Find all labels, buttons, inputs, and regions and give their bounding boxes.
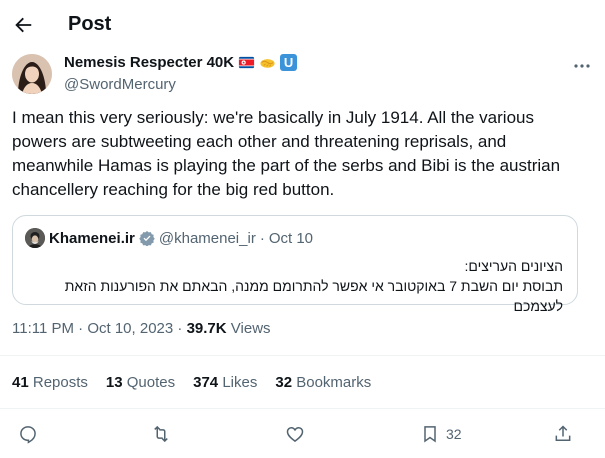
- engagement-stats: 41 Reposts 13 Quotes 374 Likes 32 Bookma…: [12, 374, 389, 391]
- share-icon: [555, 425, 571, 441]
- post-header: Post: [0, 0, 605, 50]
- post-timestamp: 11:11 PM · Oct 10, 2023 · 39.7K Views: [12, 320, 271, 337]
- post-time[interactable]: 11:11 PM: [12, 320, 74, 337]
- quoted-author-name: Khamenei.ir: [49, 229, 135, 247]
- separator-dot: ·: [78, 320, 84, 337]
- action-bar: 32: [0, 418, 605, 452]
- handshake-emoji-icon: [260, 59, 275, 68]
- page-title: Post: [68, 13, 112, 35]
- reply-icon: [20, 426, 36, 444]
- separator-dot: ·: [177, 320, 183, 337]
- likes-stat[interactable]: 374 Likes: [193, 374, 257, 391]
- author-name[interactable]: Nemesis Respecter 40K: [64, 54, 234, 71]
- separator-dot: ·: [259, 229, 265, 247]
- heart-icon: [286, 426, 304, 443]
- post-author: Nemesis Respecter 40K U @SwordMercury: [12, 52, 592, 98]
- reply-button[interactable]: [18, 424, 38, 444]
- share-button[interactable]: [553, 424, 573, 444]
- quoted-post-header: Khamenei.ir @khamenei_ir · Oct 10: [25, 228, 313, 248]
- more-horizontal-icon[interactable]: [572, 58, 592, 74]
- quoted-author-handle: @khamenei_ir: [158, 229, 256, 247]
- divider: [0, 408, 605, 409]
- arrow-left-icon[interactable]: [12, 14, 34, 36]
- verified-gray-badge-icon: [139, 231, 155, 246]
- bookmark-count: 32: [446, 426, 462, 442]
- bookmark-icon: [424, 426, 436, 443]
- bookmarks-stat[interactable]: 32 Bookmarks: [275, 374, 371, 391]
- quoted-avatar: [25, 228, 45, 248]
- divider: [0, 355, 605, 356]
- reposts-stat[interactable]: 41 Reposts: [12, 374, 88, 391]
- author-name-row: Nemesis Respecter 40K U: [64, 54, 298, 71]
- quotes-stat[interactable]: 13 Quotes: [106, 374, 175, 391]
- repost-button[interactable]: [151, 424, 171, 444]
- u-letter-badge-icon: U: [280, 54, 298, 71]
- author-handle[interactable]: @SwordMercury: [64, 76, 176, 93]
- repost-icon: [154, 425, 168, 443]
- views-label: Views: [230, 320, 271, 337]
- post-text: I mean this very seriously: we're basica…: [12, 108, 561, 199]
- quoted-post-date: Oct 10: [268, 229, 313, 247]
- like-button[interactable]: [285, 424, 305, 444]
- quoted-line-2: תבוסת יום השבת 7 באוקטובר אי אפשר להתרומ…: [64, 278, 563, 314]
- quoted-post[interactable]: Khamenei.ir @khamenei_ir · Oct 10 הציוני…: [12, 215, 578, 314]
- quoted-post-text: הציונים העריצים: תבוסת יום השבת 7 באוקטו…: [23, 256, 563, 316]
- post-date[interactable]: Oct 10, 2023: [87, 320, 173, 337]
- bookmark-button[interactable]: 32: [420, 424, 462, 444]
- north-korea-flag-icon: [239, 56, 255, 69]
- views-count: 39.7K: [186, 320, 227, 337]
- quoted-line-1: הציונים העריצים:: [464, 258, 563, 274]
- avatar[interactable]: [12, 54, 52, 94]
